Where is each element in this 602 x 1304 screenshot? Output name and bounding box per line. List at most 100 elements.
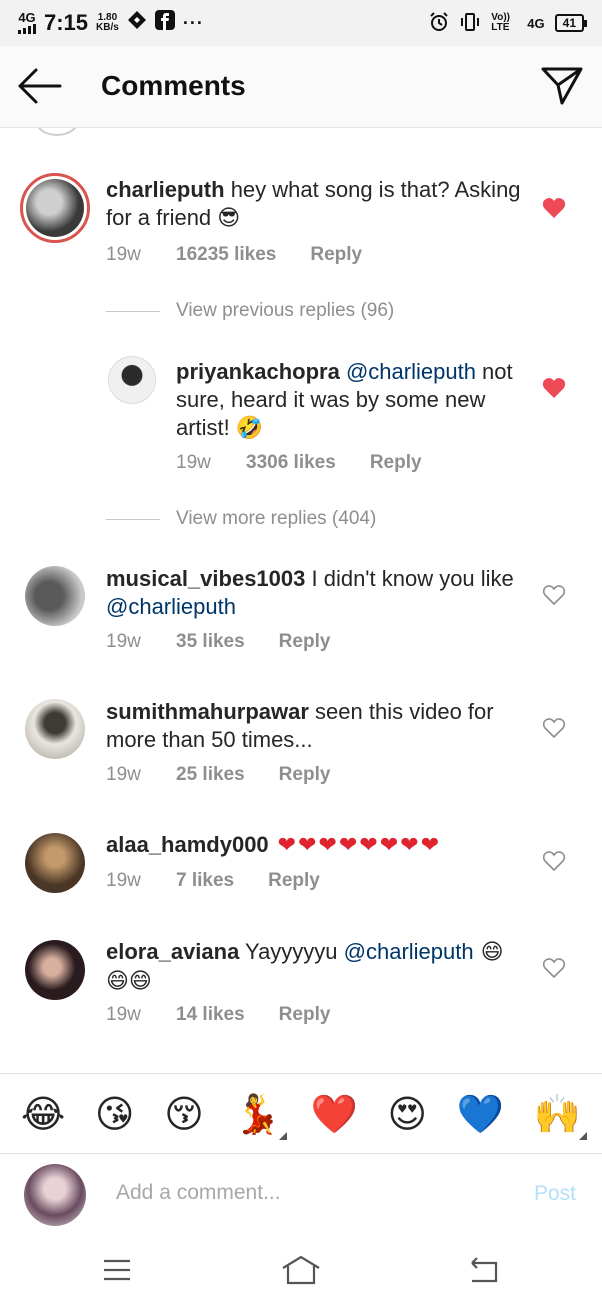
home-button[interactable] xyxy=(281,1253,321,1287)
avatar[interactable] xyxy=(25,940,85,1000)
speed-unit: KB/s xyxy=(96,22,119,33)
mention-link[interactable]: @charlieputh xyxy=(106,594,236,619)
network-right: 4G xyxy=(527,15,545,31)
paper-plane-icon xyxy=(541,67,583,105)
comment-likes[interactable]: 16235 likes xyxy=(176,244,276,266)
comment-likes[interactable]: 25 likes xyxy=(176,764,245,786)
heart-eyes-emoji-button[interactable]: 😍 xyxy=(388,1092,428,1136)
app-bar: Comments xyxy=(0,46,602,128)
mention-link[interactable]: @charlieputh xyxy=(346,359,476,384)
post-button[interactable]: Post xyxy=(534,1182,576,1206)
comment-username[interactable]: priyankachopra xyxy=(176,359,340,384)
comment-username[interactable]: charlieputh xyxy=(106,177,225,202)
comment-text: alaa_hamdy000 ❤❤❤❤❤❤❤❤ xyxy=(106,831,526,860)
comment-age: 19w xyxy=(106,244,141,265)
partial-comment xyxy=(0,128,602,138)
kissing-smile-emoji-button[interactable]: 😚 xyxy=(164,1092,204,1136)
arrow-left-icon xyxy=(18,68,62,104)
comment-meta: 19w 3306 likes Reply xyxy=(176,452,422,474)
view-more-replies[interactable]: View more replies (404) xyxy=(106,508,376,530)
comment-likes[interactable]: 3306 likes xyxy=(246,452,336,474)
reply-button[interactable]: Reply xyxy=(268,870,320,892)
comment-age: 19w xyxy=(106,764,141,785)
current-user-avatar xyxy=(24,1164,86,1226)
comment-meta: 19w 7 likes Reply xyxy=(106,870,320,892)
more-notifications-icon: ··· xyxy=(182,12,204,33)
comment-body: Yayyyyyu xyxy=(239,939,344,964)
raised-hands-emoji-button[interactable]: 🙌 xyxy=(533,1091,588,1140)
tears-of-joy-emoji-button[interactable]: 😂 xyxy=(21,1092,65,1136)
comment-body: I didn't know you like xyxy=(305,566,514,591)
reply-button[interactable]: Reply xyxy=(279,764,331,786)
network-type: 4G xyxy=(18,10,36,25)
blue-heart-emoji-button[interactable]: 💙 xyxy=(457,1092,504,1136)
share-button[interactable] xyxy=(540,65,584,105)
alarm-icon xyxy=(429,11,449,35)
skin-tone-indicator-icon xyxy=(579,1131,588,1140)
facebook-icon xyxy=(154,10,175,36)
avatar[interactable] xyxy=(108,356,156,404)
heart-icon-liked[interactable] xyxy=(542,377,566,399)
emoji-quick-bar: 😂 😘 😚 💃 ❤️ 😍 💙 🙌 xyxy=(0,1073,602,1153)
heart-icon[interactable] xyxy=(542,717,566,739)
menu-button[interactable] xyxy=(100,1253,140,1287)
view-more-replies-label: View more replies (404) xyxy=(176,508,377,529)
comment-meta: 19w 14 likes Reply xyxy=(106,1004,330,1026)
reply-button[interactable]: Reply xyxy=(370,452,422,474)
heart-icon-liked[interactable] xyxy=(542,197,566,219)
network-speed: 1.80 KB/s xyxy=(96,13,119,33)
vibrate-icon xyxy=(459,12,481,35)
red-heart-emoji-button[interactable]: ❤️ xyxy=(311,1092,358,1136)
view-previous-replies[interactable]: View previous replies (96) xyxy=(106,300,394,322)
comment-input[interactable] xyxy=(116,1181,496,1205)
page-title: Comments xyxy=(101,70,246,101)
sunglasses-emoji: 😎 xyxy=(217,206,241,231)
heart-icon[interactable] xyxy=(542,850,566,872)
dancer-emoji-button[interactable]: 💃 xyxy=(233,1091,287,1140)
reply-button[interactable]: Reply xyxy=(279,631,331,653)
back-icon xyxy=(471,1257,498,1283)
back-button[interactable] xyxy=(16,66,64,106)
comment-likes[interactable]: 35 likes xyxy=(176,631,245,653)
comment-composer: Post xyxy=(0,1153,602,1239)
view-previous-replies-label: View previous replies (96) xyxy=(176,300,395,321)
divider xyxy=(106,310,160,312)
clock: 7:15 xyxy=(44,10,89,35)
avatar[interactable] xyxy=(25,833,85,893)
comment-text: charlieputh hey what song is that? Askin… xyxy=(106,176,526,233)
divider xyxy=(106,518,160,520)
raised-hands-emoji: 🙌 xyxy=(533,1091,582,1136)
avatar[interactable] xyxy=(25,566,85,626)
comment-username[interactable]: alaa_hamdy000 xyxy=(106,832,269,857)
heart-icon[interactable] xyxy=(542,584,566,606)
comment-username[interactable]: elora_aviana xyxy=(106,939,239,964)
menu-icon xyxy=(104,1259,130,1281)
comment-text: elora_aviana Yayyyyyu @charlieputh 😄😄😄 xyxy=(106,938,526,996)
app-notification-icon xyxy=(127,10,147,36)
comment-text: musical_vibes1003 I didn't know you like… xyxy=(106,565,526,621)
reply-button[interactable]: Reply xyxy=(279,1004,331,1026)
heart-icon[interactable] xyxy=(542,957,566,979)
comment-likes[interactable]: 14 likes xyxy=(176,1004,245,1026)
signal-icon: 4G xyxy=(18,10,36,34)
avatar[interactable] xyxy=(20,173,90,243)
comment-meta: 19w 16235 likes Reply xyxy=(106,244,362,266)
comment-text: priyankachopra @charlieputh not sure, he… xyxy=(176,358,526,443)
status-bar: 4G 7:15 1.80 KB/s ··· Vo)) LTE 4G 41 xyxy=(0,0,602,46)
comment-likes[interactable]: 7 likes xyxy=(176,870,234,892)
skin-tone-indicator-icon xyxy=(278,1131,287,1140)
reply-button[interactable]: Reply xyxy=(310,244,362,266)
rofl-emoji: 🤣 xyxy=(235,416,264,441)
dancer-emoji: 💃 xyxy=(233,1091,281,1136)
comment-age: 19w xyxy=(106,870,141,891)
volte-indicator: Vo)) LTE xyxy=(491,12,510,33)
comment-username[interactable]: musical_vibes1003 xyxy=(106,566,305,591)
comment-age: 19w xyxy=(106,631,141,652)
mention-link[interactable]: @charlieputh xyxy=(344,939,474,964)
avatar[interactable] xyxy=(25,699,85,759)
home-icon xyxy=(282,1255,320,1285)
battery-icon: 41 xyxy=(554,14,588,32)
comment-username[interactable]: sumithmahurpawar xyxy=(106,699,309,724)
system-back-button[interactable] xyxy=(466,1253,506,1287)
kiss-emoji-button[interactable]: 😘 xyxy=(95,1092,135,1136)
